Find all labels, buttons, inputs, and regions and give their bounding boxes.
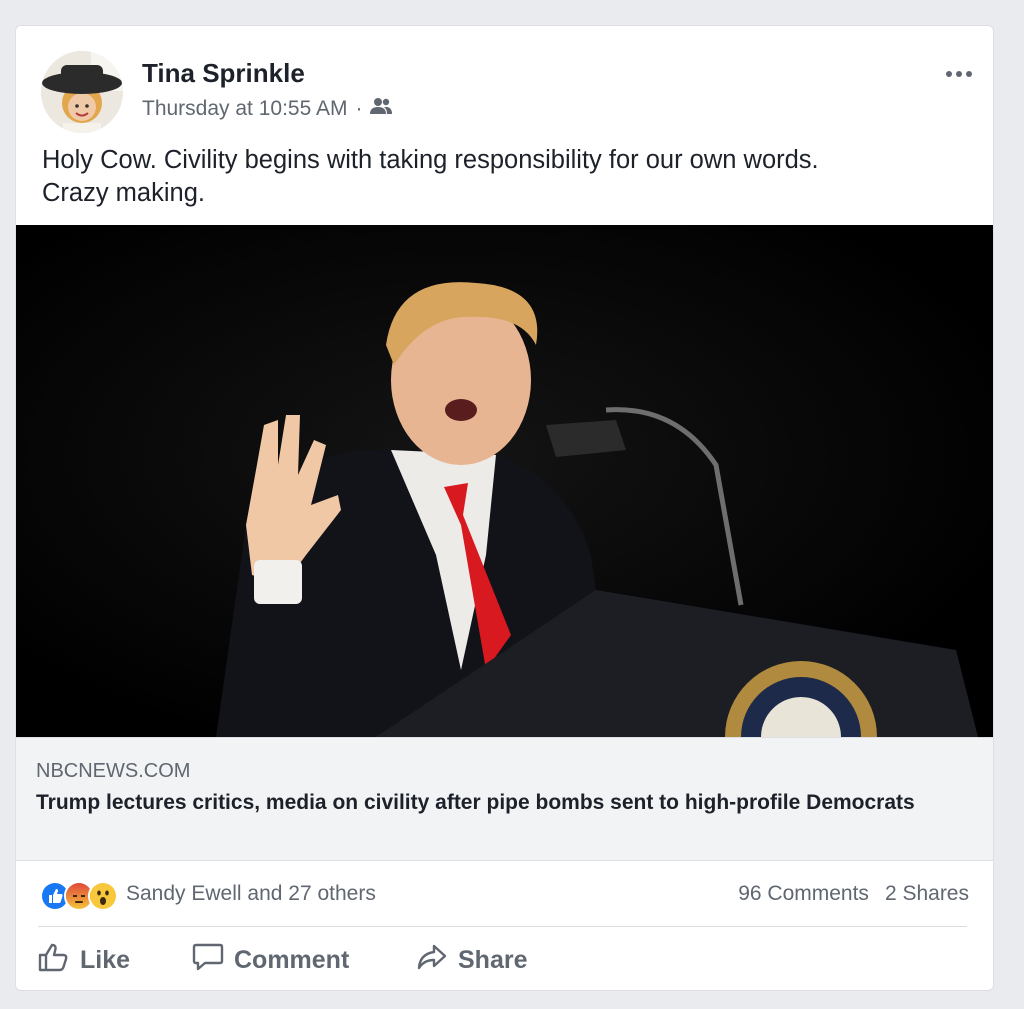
wow-reaction-icon[interactable] [88, 881, 118, 911]
link-headline[interactable]: Trump lectures critics, media on civilit… [36, 790, 936, 815]
link-preview-image[interactable] [16, 225, 993, 737]
thumbs-up-icon [38, 942, 70, 979]
like-button[interactable]: Like [38, 942, 130, 979]
share-button[interactable]: Share [416, 942, 527, 979]
comment-button[interactable]: Comment [192, 942, 349, 979]
author-avatar[interactable] [41, 51, 123, 133]
post-meta: Thursday at 10:55 AM · [142, 97, 393, 121]
post-timestamp[interactable]: Thursday at 10:55 AM [142, 97, 347, 121]
shares-count[interactable]: 2 Shares [885, 882, 969, 906]
like-label: Like [80, 946, 131, 974]
author-name[interactable]: Tina Sprinkle [142, 58, 305, 89]
friends-icon[interactable] [370, 97, 393, 121]
post-text-line: Crazy making. [42, 179, 205, 207]
post-text: Holy Cow. Civility begins with taking re… [42, 144, 962, 210]
reactors-text[interactable]: Sandy Ewell and 27 others [126, 882, 376, 906]
share-label: Share [458, 946, 528, 974]
comments-count[interactable]: 96 Comments [738, 882, 869, 906]
action-bar: Like Comment Share [16, 928, 993, 990]
comment-icon [192, 942, 224, 979]
link-domain: NBCNEWS.COM [36, 760, 191, 782]
post-card: Tina Sprinkle Thursday at 10:55 AM · Hol… [15, 25, 994, 991]
divider [38, 926, 967, 927]
engagement-counts: 96 Comments 2 Shares [738, 882, 969, 906]
more-options-icon[interactable] [941, 60, 977, 88]
reactions-summary: Sandy Ewell and 27 others 96 Comments 2 … [16, 861, 993, 927]
post-header: Tina Sprinkle Thursday at 10:55 AM · [16, 26, 993, 136]
meta-separator: · [355, 97, 363, 120]
reaction-icons[interactable] [40, 881, 118, 911]
share-icon [416, 942, 448, 979]
post-text-line: Holy Cow. Civility begins with taking re… [42, 146, 819, 174]
comment-label: Comment [234, 946, 350, 974]
link-preview-caption[interactable]: NBCNEWS.COM Trump lectures critics, medi… [16, 737, 993, 861]
